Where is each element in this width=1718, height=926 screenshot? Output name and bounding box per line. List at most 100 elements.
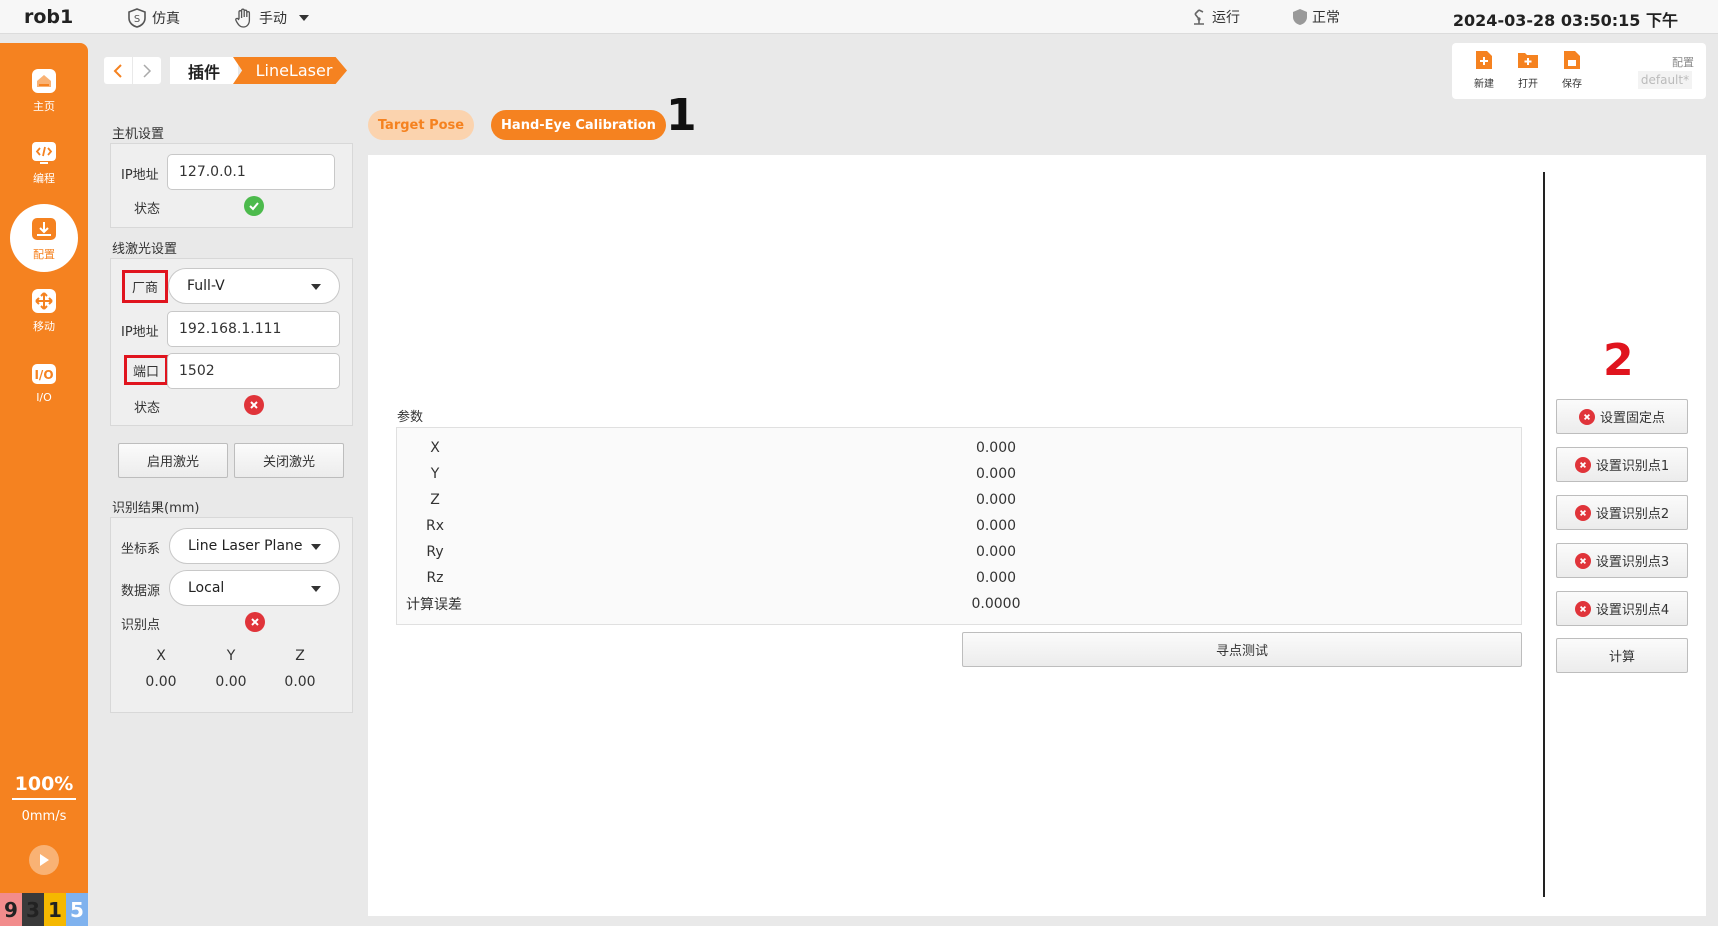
- save-config-button[interactable]: 保存: [1552, 48, 1592, 90]
- open-config-button[interactable]: 打开: [1508, 48, 1548, 90]
- move-icon: [32, 288, 56, 313]
- error-icon: [1574, 504, 1591, 521]
- sidebar-item-io[interactable]: I/O I/O: [0, 350, 88, 414]
- sidebar-item-config[interactable]: 配置: [10, 204, 78, 272]
- robot-name[interactable]: rob1: [24, 6, 73, 28]
- set-point-4-button[interactable]: 设置识别点4: [1556, 591, 1688, 626]
- param-value: 0.000: [975, 570, 1017, 586]
- config-label: 配置: [1672, 56, 1694, 69]
- host-settings-title: 主机设置: [112, 127, 165, 142]
- sidebar-item-label: 编程: [33, 171, 55, 185]
- result-value-y: 0.00: [215, 674, 247, 690]
- sidebar-item-label: 主页: [33, 99, 55, 113]
- enable-laser-button[interactable]: 启用激光: [118, 443, 228, 478]
- param-row: 计算误差 0.0000: [396, 591, 1522, 617]
- breadcrumb-current: LineLaser: [233, 57, 347, 84]
- counter-3: 1: [44, 893, 66, 926]
- laser-ip-input[interactable]: 192.168.1.111: [167, 311, 340, 347]
- param-row: X 0.000: [396, 435, 1522, 461]
- laser-status-label: 状态: [134, 401, 161, 416]
- param-label: Z: [430, 492, 440, 508]
- param-row: Rz 0.000: [396, 565, 1522, 591]
- result-header-z: Z: [295, 648, 305, 664]
- play-icon: [40, 854, 49, 866]
- manual-mode-dropdown[interactable]: 手动: [233, 7, 309, 29]
- new-config-button[interactable]: 新建: [1464, 48, 1504, 90]
- run-status-label: 运行: [1212, 10, 1240, 26]
- coord-select-value: Line Laser Plane: [188, 538, 303, 554]
- shield-icon: [1293, 9, 1307, 25]
- vendor-label: 厂商: [122, 270, 168, 303]
- run-status: 运行: [1190, 7, 1240, 27]
- point-status-error-icon: [245, 612, 265, 632]
- sidebar-item-label: I/O: [36, 391, 52, 404]
- chevron-right-icon: [143, 63, 152, 78]
- sidebar-item-home[interactable]: 主页: [0, 58, 88, 122]
- config-value[interactable]: default*: [1638, 71, 1692, 89]
- counter-1: 9: [0, 893, 22, 926]
- param-label: X: [430, 440, 440, 456]
- sidebar-item-label: 移动: [33, 319, 55, 333]
- source-label: 数据源: [121, 584, 161, 599]
- tab-hand-eye-calibration[interactable]: Hand-Eye Calibration: [491, 110, 666, 140]
- chevron-down-icon: [299, 15, 309, 21]
- tab-target-pose[interactable]: Target Pose: [368, 110, 474, 140]
- config-icon: [32, 217, 56, 240]
- recognition-title: 识别结果(mm): [112, 501, 200, 516]
- param-value: 0.000: [975, 544, 1017, 560]
- params-title: 参数: [397, 410, 424, 425]
- set-point-2-button[interactable]: 设置识别点2: [1556, 495, 1688, 530]
- divider: [1543, 172, 1545, 897]
- set-point-3-button[interactable]: 设置识别点3: [1556, 543, 1688, 578]
- host-ip-input[interactable]: 127.0.0.1: [167, 154, 335, 190]
- safety-status: 正常: [1292, 7, 1340, 27]
- coord-select[interactable]: Line Laser Plane: [169, 528, 340, 564]
- set-point-4-label: 设置识别点4: [1595, 603, 1670, 618]
- param-value: 0.000: [975, 440, 1017, 456]
- set-fixed-point-label: 设置固定点: [1599, 411, 1665, 426]
- play-button[interactable]: [29, 845, 59, 875]
- forward-button[interactable]: [133, 57, 161, 84]
- probe-test-button[interactable]: 寻点测试: [962, 632, 1522, 667]
- result-header-x: X: [156, 648, 166, 664]
- param-label: Rx: [425, 518, 444, 534]
- hand-icon: [235, 8, 251, 28]
- error-icon: [1574, 600, 1591, 617]
- param-value: 0.0000: [971, 596, 1021, 612]
- safety-status-label: 正常: [1312, 10, 1340, 26]
- error-icon: [1574, 552, 1591, 569]
- source-select-value: Local: [188, 580, 225, 596]
- laser-ip-label: IP地址: [121, 325, 159, 340]
- save-file-icon: [1564, 51, 1580, 69]
- host-ip-label: IP地址: [121, 168, 159, 183]
- port-label: 端口: [124, 355, 168, 385]
- port-input[interactable]: 1502: [167, 353, 340, 389]
- new-config-label: 新建: [1474, 79, 1494, 90]
- manual-mode-label: 手动: [259, 11, 287, 27]
- set-point-1-button[interactable]: 设置识别点1: [1556, 447, 1688, 482]
- robot-arm-icon: [1194, 9, 1204, 25]
- back-button[interactable]: [104, 57, 132, 84]
- result-value-x: 0.00: [145, 674, 177, 690]
- param-value: 0.000: [975, 466, 1017, 482]
- set-point-1-label: 设置识别点1: [1595, 459, 1670, 474]
- code-icon: [32, 141, 56, 164]
- svg-text:I/O: I/O: [34, 368, 53, 382]
- compute-button[interactable]: 计算: [1556, 638, 1688, 673]
- new-file-icon: [1476, 51, 1492, 69]
- param-row: Z 0.000: [396, 487, 1522, 513]
- disable-laser-button[interactable]: 关闭激光: [234, 443, 344, 478]
- folder-icon: [1518, 53, 1538, 68]
- sidebar-item-program[interactable]: 编程: [0, 130, 88, 194]
- param-row: Y 0.000: [396, 461, 1522, 487]
- open-config-label: 打开: [1518, 79, 1538, 90]
- host-status-ok-icon: [244, 196, 264, 216]
- sidebar-item-move[interactable]: 移动: [0, 278, 88, 342]
- io-icon: I/O: [32, 364, 56, 384]
- breadcrumb-plugin[interactable]: 插件: [170, 57, 238, 84]
- set-fixed-point-button[interactable]: 设置固定点: [1556, 399, 1688, 434]
- vendor-select[interactable]: Full-V: [168, 268, 340, 304]
- source-select[interactable]: Local: [169, 570, 340, 606]
- speed-percent[interactable]: 100%: [0, 773, 88, 795]
- sim-mode-toggle[interactable]: S 仿真: [126, 7, 180, 29]
